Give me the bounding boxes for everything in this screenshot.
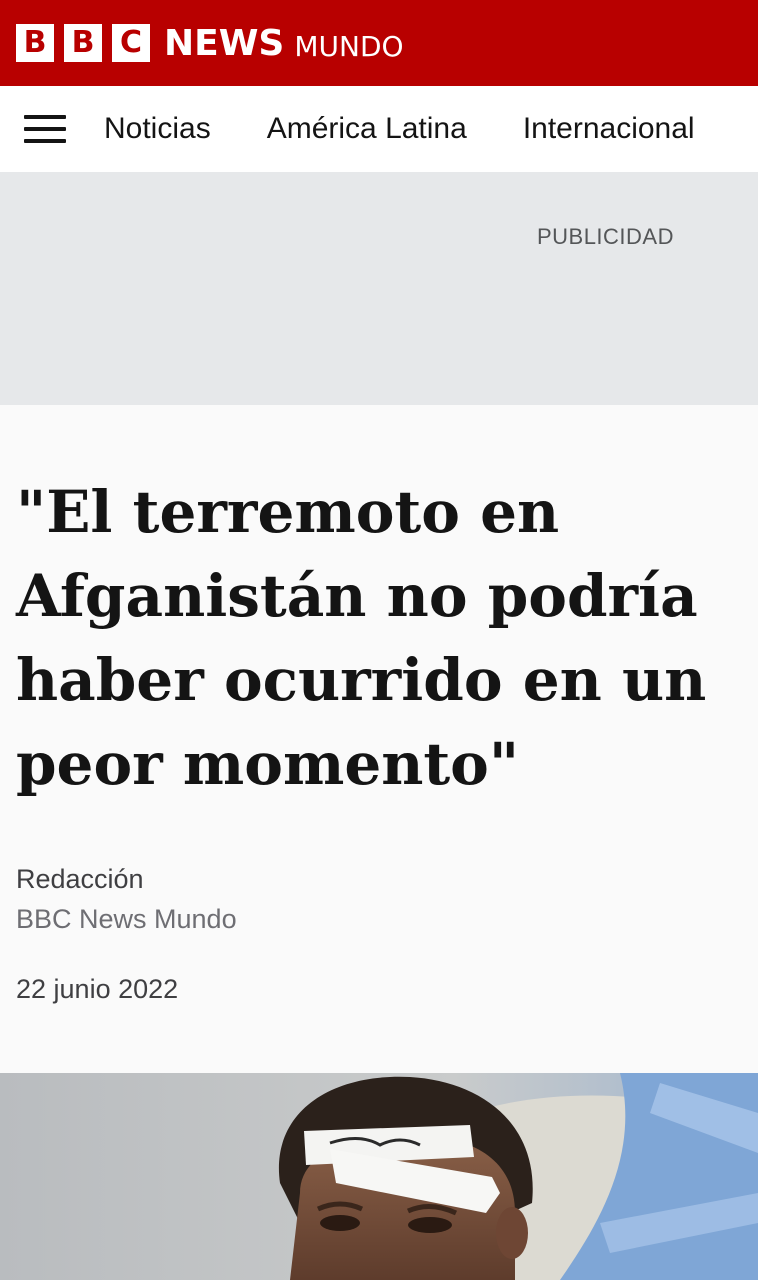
main-navigation: Noticias América Latina Internacional	[0, 86, 758, 172]
nav-scroll-fade	[698, 86, 758, 172]
injured-boy-photo	[0, 1073, 758, 1280]
ad-label: PUBLICIDAD	[536, 224, 674, 249]
bbc-logo-block: B	[16, 24, 54, 62]
article-headline: "El terremoto en Afganistán no podría ha…	[16, 478, 707, 798]
brand-news-wordmark[interactable]: NEWS	[164, 23, 284, 64]
article-date: 22 junio 2022	[16, 974, 179, 1004]
brand-edition-wordmark[interactable]: MUNDO	[294, 30, 403, 63]
nav-item-america-latina[interactable]: América Latina	[267, 112, 467, 146]
brand-header: B B C NEWS MUNDO	[0, 0, 758, 86]
article-lead-image[interactable]	[0, 1073, 758, 1280]
bbc-logo-block: C	[112, 24, 150, 62]
bbc-logo-block: B	[64, 24, 102, 62]
bbc-logo[interactable]: B B C	[16, 24, 160, 62]
advertisement-slot[interactable]: PUBLICIDAD	[0, 172, 758, 405]
nav-item-internacional[interactable]: Internacional	[523, 112, 695, 146]
hamburger-menu-icon[interactable]	[24, 115, 66, 143]
nav-item-noticias[interactable]: Noticias	[104, 112, 211, 146]
article-author: Redacción	[16, 864, 144, 894]
article-organization: BBC News Mundo	[16, 904, 237, 934]
